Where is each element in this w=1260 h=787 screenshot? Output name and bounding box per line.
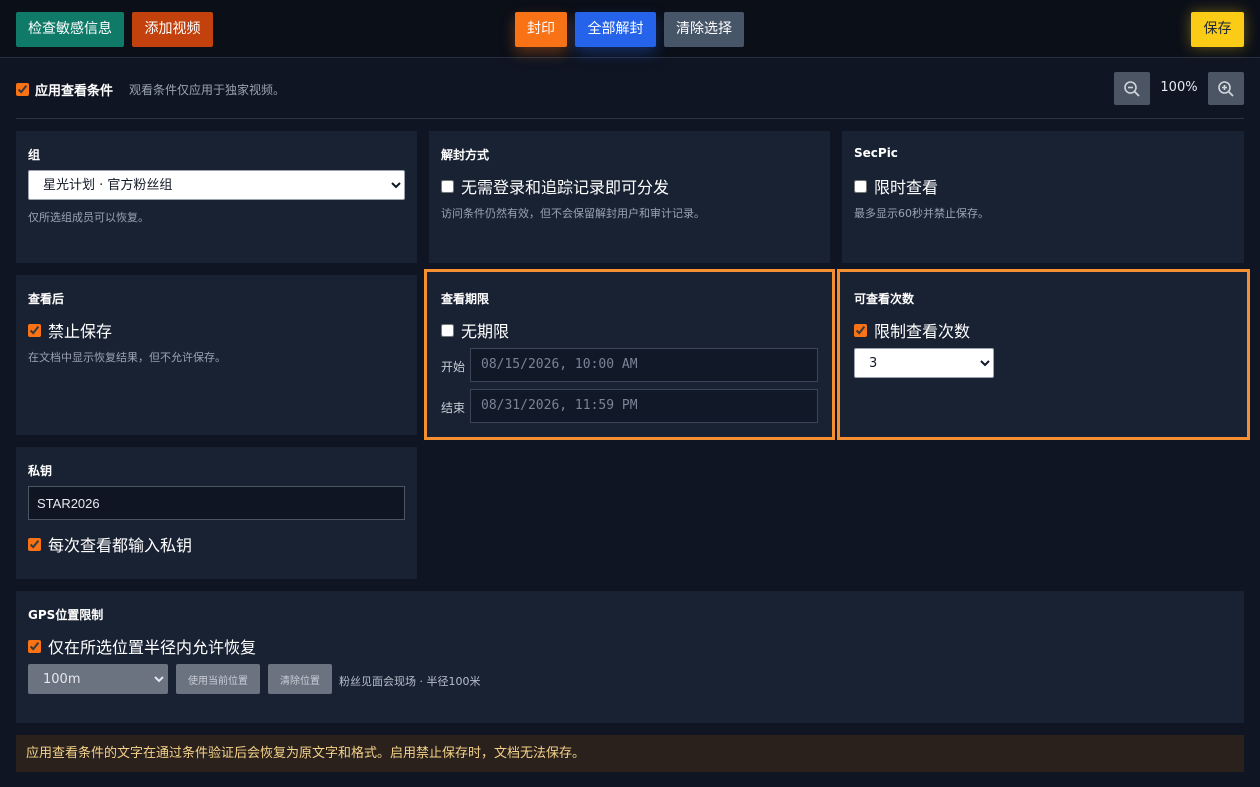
secpic-option[interactable]: 限时查看 — [854, 174, 938, 198]
clear-location-button[interactable]: 清除位置 — [268, 664, 332, 694]
group-card: 组 星光计划 · 官方粉丝组 仅所选组成员可以恢复。 — [16, 131, 417, 263]
divider — [16, 118, 1244, 119]
gps-location-info: 粉丝见面会现场 · 半径100米 — [339, 675, 481, 688]
secpic-label: 限时查看 — [874, 178, 939, 197]
private-key-checkbox[interactable] — [28, 537, 41, 551]
secpic-title: SecPic — [854, 146, 898, 160]
end-date-input[interactable]: 08/31/2026, 11:59 PM — [470, 389, 818, 423]
after-view-option[interactable]: 禁止保存 — [28, 318, 112, 342]
seal-button[interactable]: 封印 — [515, 12, 567, 47]
apply-conditions-row: 应用查看条件 观看条件仅应用于独家视频。 — [16, 80, 286, 99]
secpic-hint: 最多显示60秒并禁止保存。 — [854, 207, 989, 220]
apply-conditions-label: 应用查看条件 — [35, 83, 114, 99]
secpic-checkbox[interactable] — [854, 179, 867, 193]
view-count-option[interactable]: 限制查看次数 — [854, 318, 970, 342]
gps-option[interactable]: 仅在所选位置半径内允许恢复 — [28, 634, 256, 658]
add-video-button[interactable]: 添加视频 — [132, 12, 213, 47]
zoom-level: 100% — [1160, 80, 1198, 95]
zoom-in-icon — [1218, 80, 1234, 97]
view-count-label: 限制查看次数 — [874, 322, 971, 341]
start-label: 开始 — [441, 360, 466, 374]
group-select[interactable]: 星光计划 · 官方粉丝组 — [28, 170, 405, 200]
private-key-label: 每次查看都输入私钥 — [48, 536, 193, 555]
unseal-method-label: 无需登录和追踪记录即可分发 — [461, 178, 670, 197]
unseal-method-checkbox[interactable] — [441, 179, 454, 193]
notice-banner: 应用查看条件的文字在通过条件验证后会恢复为原文字和格式。启用禁止保存时，文档无法… — [16, 735, 1244, 772]
gps-card: GPS位置限制 仅在所选位置半径内允许恢复 100m 使用当前位置 清除位置 粉… — [16, 591, 1244, 723]
check-sensitive-button[interactable]: 检查敏感信息 — [16, 12, 124, 47]
apply-conditions-desc: 观看条件仅应用于独家视频。 — [129, 82, 286, 97]
after-view-title: 查看后 — [28, 292, 65, 306]
use-current-location-button[interactable]: 使用当前位置 — [176, 664, 260, 694]
after-view-hint: 在文档中显示恢复结果，但不允许保存。 — [28, 351, 226, 364]
save-button[interactable]: 保存 — [1191, 12, 1244, 47]
view-period-checkbox[interactable] — [441, 323, 454, 337]
view-count-checkbox[interactable] — [854, 323, 867, 337]
private-key-input[interactable] — [28, 486, 405, 520]
view-period-option[interactable]: 无期限 — [441, 318, 509, 342]
private-key-title: 私钥 — [28, 464, 53, 478]
view-count-select[interactable]: 3 — [854, 348, 994, 378]
private-key-card: 私钥 每次查看都输入私钥 — [16, 447, 417, 579]
after-view-card: 查看后 禁止保存 在文档中显示恢复结果，但不允许保存。 — [16, 275, 417, 435]
gps-title: GPS位置限制 — [28, 608, 104, 622]
after-view-label: 禁止保存 — [48, 322, 113, 341]
group-hint: 仅所选组成员可以恢复。 — [28, 211, 149, 224]
toolbar: 检查敏感信息 添加视频 封印 全部解封 清除选择 保存 — [0, 0, 1260, 58]
after-view-checkbox[interactable] — [28, 323, 41, 337]
unseal-all-button[interactable]: 全部解封 — [575, 12, 656, 47]
view-period-label: 无期限 — [461, 322, 510, 341]
start-date-input[interactable]: 08/15/2026, 10:00 AM — [470, 348, 818, 382]
gps-label: 仅在所选位置半径内允许恢复 — [48, 638, 257, 657]
view-count-title: 可查看次数 — [854, 292, 915, 306]
view-period-title: 查看期限 — [441, 292, 490, 306]
zoom-in-button[interactable] — [1208, 72, 1244, 105]
zoom-out-icon — [1124, 80, 1140, 97]
gps-checkbox[interactable] — [28, 639, 41, 653]
secpic-card: SecPic 限时查看 最多显示60秒并禁止保存。 — [842, 131, 1244, 263]
clear-selection-button[interactable]: 清除选择 — [664, 12, 744, 47]
private-key-option[interactable]: 每次查看都输入私钥 — [28, 532, 192, 556]
group-title: 组 — [28, 148, 41, 162]
zoom-out-button[interactable] — [1114, 72, 1150, 105]
view-count-card: 可查看次数 限制查看次数 3 — [837, 269, 1250, 440]
unseal-method-title: 解封方式 — [441, 148, 490, 162]
apply-conditions-checkbox[interactable] — [16, 82, 29, 96]
view-period-card: 查看期限 无期限 开始 08/15/2026, 10:00 AM 结束 08/3… — [424, 269, 835, 440]
unseal-method-hint: 访问条件仍然有效，但不会保留解封用户和审计记录。 — [441, 207, 705, 220]
unseal-method-option[interactable]: 无需登录和追踪记录即可分发 — [441, 174, 669, 198]
unseal-method-card: 解封方式 无需登录和追踪记录即可分发 访问条件仍然有效，但不会保留解封用户和审计… — [429, 131, 830, 263]
end-label: 结束 — [441, 401, 466, 415]
gps-radius-select[interactable]: 100m — [28, 664, 168, 694]
